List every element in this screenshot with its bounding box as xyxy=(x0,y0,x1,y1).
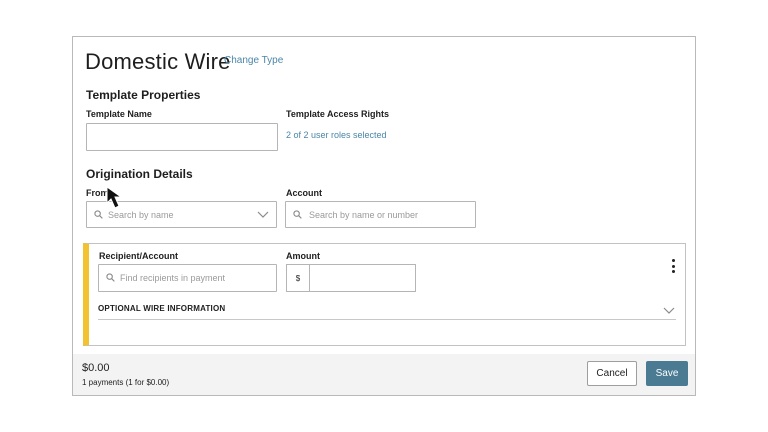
recipient-panel: Recipient/Account Find recipients in pay… xyxy=(83,243,686,346)
cancel-button[interactable]: Cancel xyxy=(587,361,637,386)
origination-details-heading: Origination Details xyxy=(86,167,193,181)
search-icon xyxy=(94,209,103,219)
optional-wire-info-toggle[interactable]: OPTIONAL WIRE INFORMATION xyxy=(98,304,225,313)
amount-input[interactable] xyxy=(309,264,416,292)
kebab-menu-icon[interactable] xyxy=(670,259,676,275)
footer-bar: $0.00 1 payments (1 for $0.00) Cancel Sa… xyxy=(73,354,695,395)
amount-label: Amount xyxy=(286,251,320,261)
recipient-search-input[interactable]: Find recipients in payment xyxy=(98,264,277,292)
save-button[interactable]: Save xyxy=(646,361,688,386)
page-title: Domestic Wire xyxy=(85,49,231,74)
chevron-down-icon[interactable] xyxy=(663,307,675,315)
recipient-account-label: Recipient/Account xyxy=(99,251,179,261)
template-name-input[interactable] xyxy=(86,123,278,151)
template-access-rights-label: Template Access Rights xyxy=(286,109,390,119)
chevron-down-icon[interactable] xyxy=(257,211,269,219)
search-icon xyxy=(293,209,302,219)
user-roles-link[interactable]: 2 of 2 user roles selected xyxy=(286,130,387,140)
account-label: Account xyxy=(286,188,322,198)
mouse-cursor-icon xyxy=(106,186,123,209)
total-amount: $0.00 xyxy=(82,362,110,374)
recipient-search-placeholder: Find recipients in payment xyxy=(120,273,226,283)
template-name-label: Template Name xyxy=(86,109,152,119)
account-search-placeholder: Search by name or number xyxy=(309,209,419,220)
currency-symbol: $ xyxy=(286,264,310,292)
template-properties-heading: Template Properties xyxy=(86,88,201,102)
divider xyxy=(98,319,676,320)
account-search-input[interactable]: Search by name or number xyxy=(285,201,476,228)
search-icon xyxy=(106,273,115,282)
payments-summary: 1 payments (1 for $0.00) xyxy=(82,378,170,387)
wire-form-window: Domestic Wire Change Type Template Prope… xyxy=(72,36,696,396)
change-type-link[interactable]: Change Type xyxy=(224,55,283,66)
from-search-placeholder: Search by name xyxy=(108,209,174,220)
